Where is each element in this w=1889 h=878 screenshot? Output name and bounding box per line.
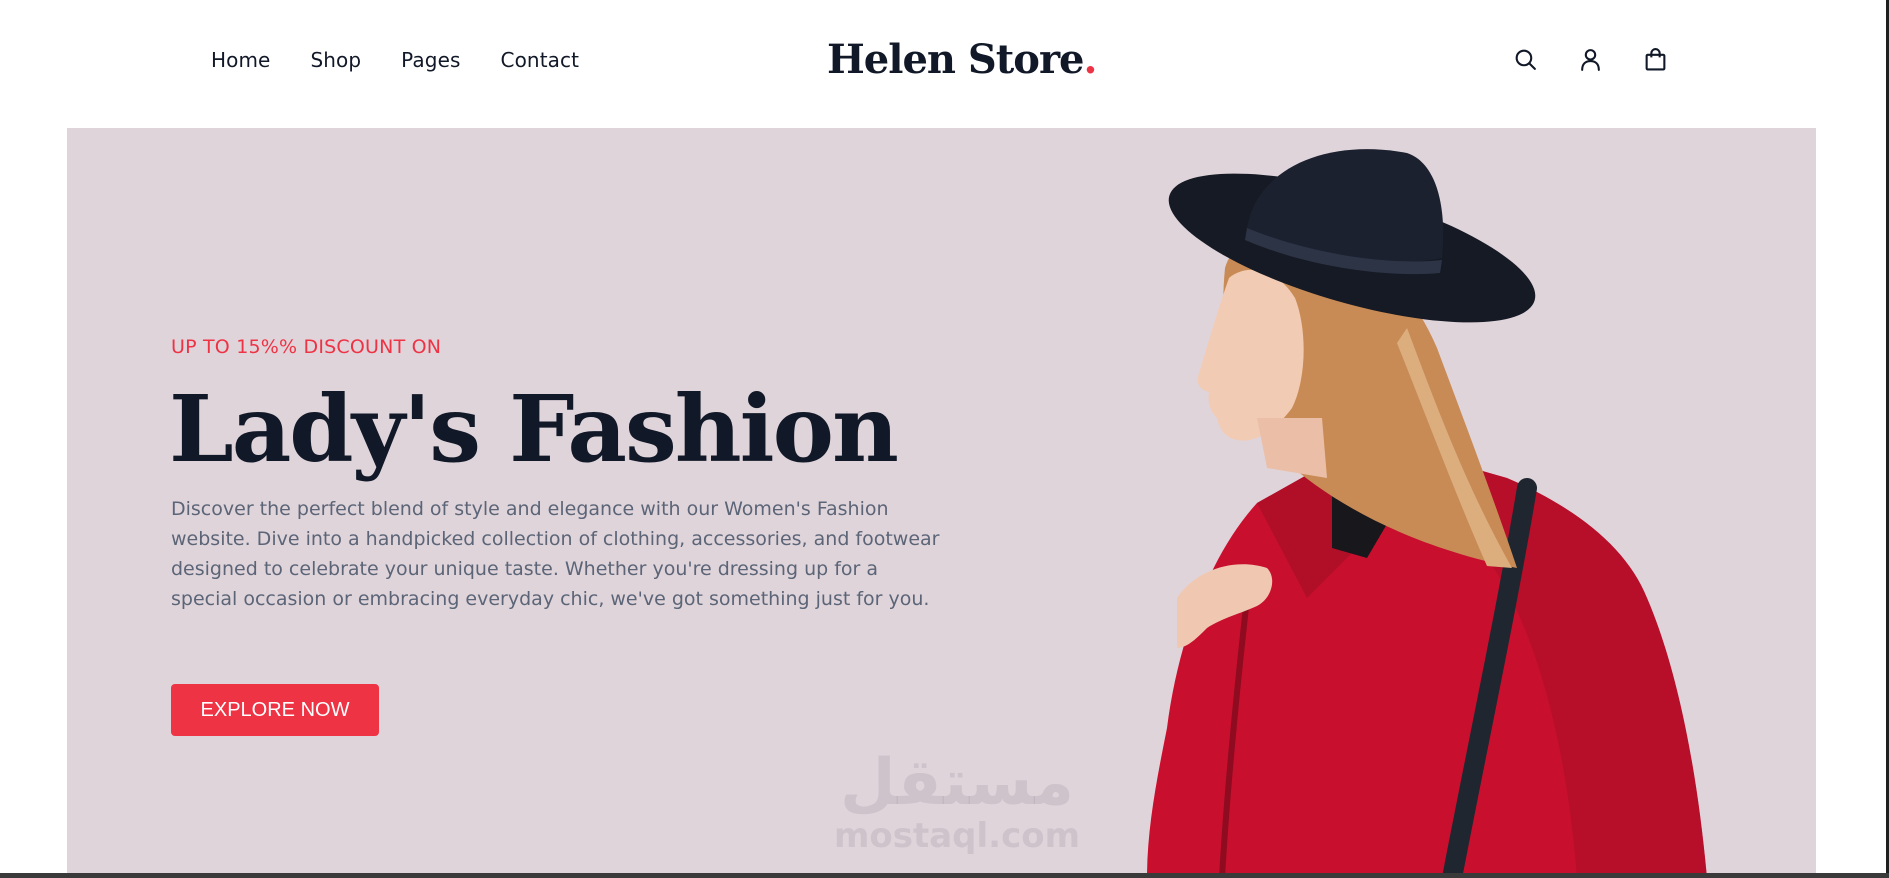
search-icon[interactable]	[1513, 47, 1538, 72]
hero-eyebrow: UP TO 15%% DISCOUNT ON	[171, 336, 442, 358]
explore-now-button[interactable]: EXPLORE NOW	[171, 684, 379, 736]
hero-model-image	[1147, 149, 1707, 873]
nav-pages-link[interactable]: Pages	[401, 48, 460, 72]
user-icon[interactable]	[1578, 47, 1603, 72]
window-bottom-edge	[0, 873, 1889, 878]
header-actions	[1513, 47, 1668, 72]
watermark-arabic: مستقل	[839, 746, 1075, 820]
main-nav: Home Shop Pages Contact	[211, 48, 579, 72]
nav-contact-link[interactable]: Contact	[501, 48, 580, 72]
hero-description: Discover the perfect blend of style and …	[171, 498, 940, 610]
nav-home-link[interactable]: Home	[211, 48, 270, 72]
hero-banner: UP TO 15%% DISCOUNT ON Lady's Fashion Di…	[67, 128, 1816, 873]
shopping-bag-icon[interactable]	[1643, 47, 1668, 72]
watermark-latin: mostaql.com	[833, 816, 1081, 856]
logo-dot: .	[1083, 36, 1097, 83]
hero-headline: Lady's Fashion	[169, 375, 899, 483]
site-logo[interactable]: Helen Store.	[827, 36, 1097, 83]
nav-shop-link[interactable]: Shop	[310, 48, 361, 72]
watermark: مستقل mostaql.com	[827, 748, 1087, 854]
logo-text: Helen Store	[827, 36, 1084, 83]
page: Home Shop Pages Contact Helen Store. UP …	[0, 0, 1886, 873]
